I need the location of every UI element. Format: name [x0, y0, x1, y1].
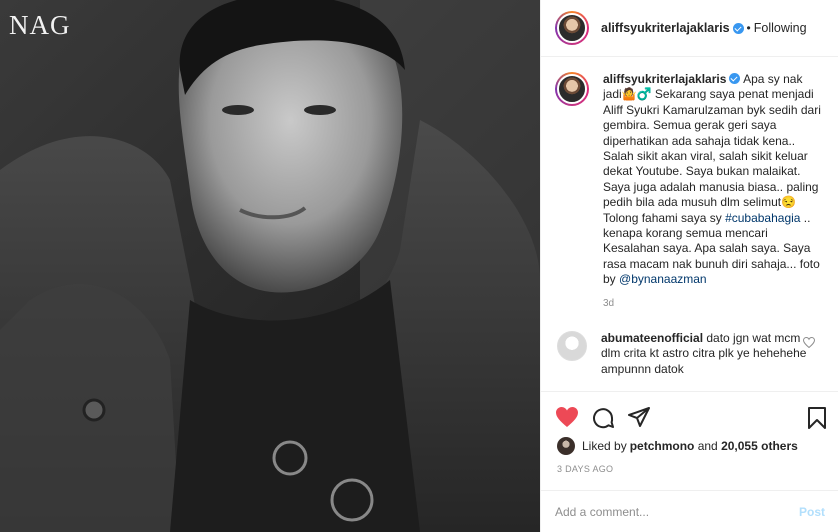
following-button[interactable]: Following [754, 21, 807, 35]
caption-body-1: Apa sy nak jadi🤷♂️ Sekarang saya penat m… [603, 72, 825, 225]
liker-username[interactable]: petchmono [630, 439, 695, 453]
commenter-username[interactable]: abumateenofficial [601, 331, 703, 345]
comments-section[interactable]: aliffsyukriterlajaklaris Apa sy nak jadi… [541, 58, 838, 391]
post-date[interactable]: 3 DAYS AGO [557, 464, 613, 474]
bookmark-icon[interactable] [807, 406, 827, 430]
portrait-image [0, 0, 540, 532]
heart-icon[interactable] [555, 406, 579, 428]
post-comment-button[interactable]: Post [799, 505, 825, 519]
caption-text: aliffsyukriterlajaklaris Apa sy nak jadi… [603, 72, 821, 288]
author-avatar[interactable] [555, 11, 589, 45]
comment-icon[interactable] [591, 406, 615, 430]
post-photo[interactable]: NAG [0, 0, 540, 532]
watermark-logo: NAG [9, 10, 71, 40]
add-comment-bar: Post [541, 490, 838, 532]
commenter-avatar[interactable] [557, 330, 587, 361]
likes-and: and [694, 439, 722, 453]
liker-avatar[interactable] [557, 437, 575, 455]
instagram-post: NAG aliffsyukriterlajaklaris • Following… [0, 0, 838, 532]
add-comment-input[interactable] [555, 504, 799, 519]
likes-summary[interactable]: Liked by petchmono and 20,055 others [557, 437, 798, 455]
post-side-panel: aliffsyukriterlajaklaris • Following ali… [540, 0, 838, 532]
share-icon[interactable] [627, 406, 651, 428]
comment-text: abumateenofficial dato jgn wat mcm dlm c… [601, 331, 811, 377]
likes-count[interactable]: 20,055 others [721, 439, 798, 453]
mention-link[interactable]: @bynanaazman [619, 272, 707, 286]
author-username[interactable]: aliffsyukriterlajaklaris [601, 21, 730, 35]
post-header: aliffsyukriterlajaklaris • Following [541, 0, 838, 57]
verified-badge-icon [729, 73, 741, 84]
caption: aliffsyukriterlajaklaris Apa sy nak jadi… [555, 72, 825, 288]
caption-username[interactable]: aliffsyukriterlajaklaris [603, 72, 726, 86]
post-actions [541, 391, 838, 441]
comment-item: abumateenofficial dato jgn wat mcm dlm c… [555, 330, 825, 377]
verified-badge-icon [732, 22, 744, 34]
likes-prefix: Liked by [582, 439, 627, 453]
like-comment-icon[interactable] [803, 336, 815, 348]
hashtag-link[interactable]: #cubabahagia [725, 211, 800, 225]
caption-age[interactable]: 3d [603, 298, 825, 309]
caption-avatar[interactable] [555, 72, 589, 106]
separator-dot: • [746, 21, 751, 35]
